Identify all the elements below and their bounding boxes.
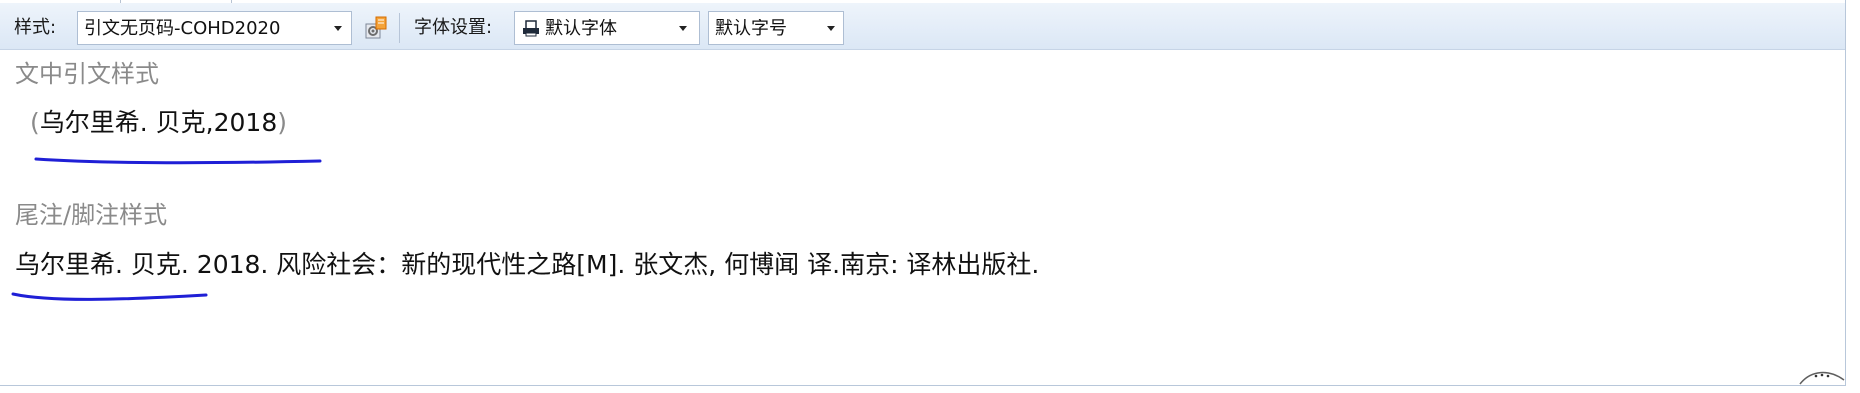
preview-area: 文中引文样式 (乌尔里希. 贝克,2018) 尾注/脚注样式 乌尔里希. 贝克.… [0, 50, 1845, 385]
footnote-title: 尾注/脚注样式 [15, 201, 168, 229]
font-settings-label: 字体设置: [414, 17, 493, 38]
font-size-value: 默认字号 [715, 19, 787, 39]
resize-grip-icon[interactable] [1799, 367, 1845, 385]
font-size-select[interactable]: 默认字号 [708, 11, 844, 45]
handwritten-underline [34, 157, 322, 165]
style-select-value: 引文无页码-COHD2020 [84, 19, 281, 39]
in-text-title: 文中引文样式 [15, 60, 159, 88]
footnote-citation: 乌尔里希. 贝克. 2018. 风险社会：新的现代性之路[M]. 张文杰, 何博… [15, 250, 1040, 279]
font-family-select[interactable]: 默认字体 [514, 11, 700, 45]
chevron-down-icon [679, 26, 687, 31]
chevron-down-icon [827, 26, 835, 31]
handwritten-underline [11, 292, 208, 301]
style-editor-icon[interactable] [364, 16, 388, 40]
toolbar: 样式: 引文无页码-COHD2020 字体设置: 默认字体 默认字号 [0, 3, 1845, 50]
in-text-citation-text: 乌尔里希. 贝克,2018 [39, 108, 278, 137]
chevron-down-icon [334, 26, 342, 31]
in-text-close-paren: ) [277, 108, 287, 137]
citation-style-panel: 样式: 引文无页码-COHD2020 字体设置: 默认字体 默认字号 文中引文样… [0, 0, 1846, 386]
in-text-open-paren: ( [30, 108, 40, 137]
style-label: 样式: [14, 17, 57, 38]
in-text-citation: (乌尔里希. 贝克,2018) [30, 108, 287, 138]
font-family-value: 默认字体 [545, 19, 617, 39]
toolbar-separator [399, 13, 400, 43]
printer-font-icon [522, 19, 540, 37]
style-select[interactable]: 引文无页码-COHD2020 [77, 11, 352, 45]
